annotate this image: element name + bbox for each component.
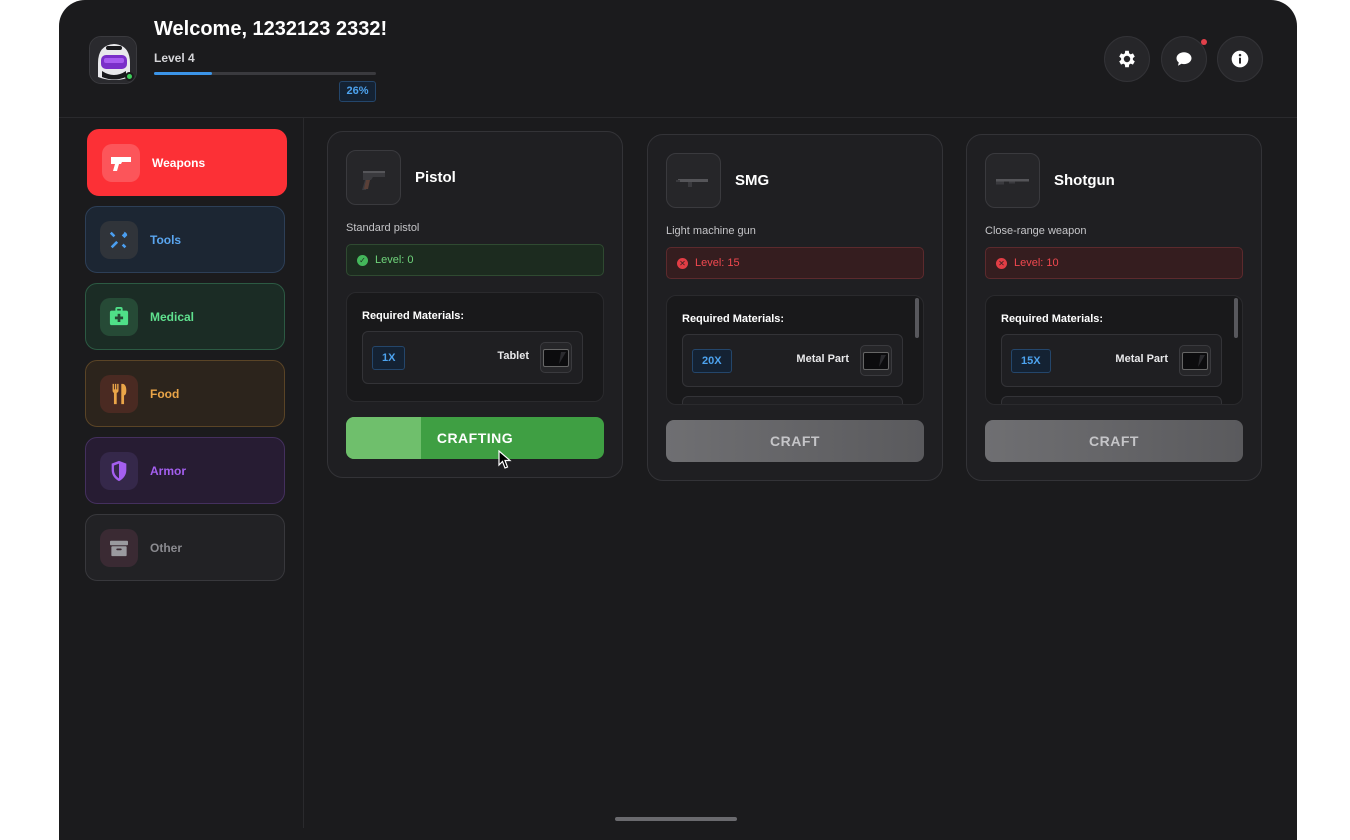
materials-title: Required Materials: [682,313,785,325]
material-row: 15X Metal Part [1001,334,1222,387]
xp-progress-fill [154,72,212,75]
materials-scrollbar[interactable] [915,298,919,338]
recipe-card-smg: SMG Light machine gun ✕ Level: 15 Requir… [647,134,943,481]
material-quantity: 20X [692,349,732,373]
shield-icon [111,460,127,481]
button-label: CRAFTING [436,430,514,446]
level-requirement: ✕ Level: 10 [985,247,1243,279]
recipe-description: Close-range weapon [985,225,1087,237]
level-requirement: ✕ Level: 15 [666,247,924,279]
category-sidebar: Weapons Tools Medical Food Armor Other [59,118,304,828]
crafting-progress-fill [346,417,421,459]
x-circle-icon: ✕ [677,257,688,269]
material-quantity: 15X [1011,349,1051,373]
materials-scrollbar[interactable] [1234,298,1238,338]
sidebar-item-label: Food [150,386,180,401]
box-icon [110,540,128,556]
sidebar-item-label: Medical [150,309,195,324]
item-thumbnail [346,150,401,205]
recipe-card-pistol: Pistol Standard pistol ✓ Level: 0 Requir… [327,131,623,478]
utensils-icon [112,383,127,404]
sidebar-item-armor[interactable]: Armor [85,437,285,504]
material-quantity: 1X [372,346,406,370]
gear-icon [1119,50,1135,68]
messages-button[interactable] [1161,36,1207,82]
sidebar-item-medical[interactable]: Medical [85,283,285,350]
x-circle-icon: ✕ [996,257,1007,269]
player-level: Level 4 [154,51,195,65]
material-row [1001,396,1222,404]
recipe-description: Standard pistol [346,222,420,234]
level-requirement: ✓ Level: 0 [346,244,604,276]
xp-progress-bar [154,72,376,75]
recipe-card-shotgun: Shotgun Close-range weapon ✕ Level: 10 R… [966,134,1262,481]
info-icon [1231,50,1249,68]
sidebar-item-food[interactable]: Food [85,360,285,427]
settings-button[interactable] [1104,36,1150,82]
mouse-cursor-icon [498,450,512,469]
required-materials: Required Materials: 1X Tablet [346,292,604,402]
metal-part-icon [860,345,892,376]
home-indicator[interactable] [615,817,737,821]
level-requirement-label: Level: 10 [1014,257,1059,269]
smg-image-icon [675,178,708,187]
sidebar-item-tools[interactable]: Tools [85,206,285,273]
material-name: Metal Part [796,353,849,365]
craft-button[interactable]: CRAFT [985,420,1243,462]
craft-button[interactable]: CRAFT [666,420,924,462]
material-row: 1X Tablet [362,331,583,384]
check-icon: ✓ [357,254,368,266]
material-row: 20X Metal Part [682,334,903,387]
button-label: CRAFT [770,433,820,449]
materials-title: Required Materials: [362,310,465,322]
pistol-icon [111,156,131,171]
sidebar-item-label: Armor [150,463,187,478]
medkit-icon [109,306,129,325]
sidebar-item-other[interactable]: Other [85,514,285,581]
tablet-icon [540,342,572,373]
material-name: Metal Part [1115,353,1168,365]
online-status-dot [125,72,134,81]
welcome-title: Welcome, 1232123 2332! [154,18,388,40]
sidebar-item-weapons[interactable]: Weapons [87,129,287,196]
level-requirement-label: Level: 0 [375,254,414,266]
crafting-button[interactable]: CRAFTING [346,417,604,459]
sidebar-item-label: Weapons [152,155,206,170]
avatar[interactable] [89,36,137,84]
material-name: Tablet [497,350,529,362]
notification-dot [1201,39,1207,45]
header: Welcome, 1232123 2332! Level 4 26% [59,0,1297,118]
info-button[interactable] [1217,36,1263,82]
chat-icon [1176,52,1192,66]
level-requirement-label: Level: 15 [695,257,740,269]
required-materials[interactable]: Required Materials: 15X Metal Part [985,295,1243,405]
recipe-description: Light machine gun [666,225,756,237]
app-window: Welcome, 1232123 2332! Level 4 26% Weapo… [59,0,1297,840]
recipe-title: SMG [735,172,770,189]
material-row [682,396,903,404]
sidebar-item-label: Tools [150,232,182,247]
item-thumbnail [666,153,721,208]
recipe-title: Pistol [415,169,456,186]
required-materials[interactable]: Required Materials: 20X Metal Part [666,295,924,405]
pistol-image-icon [361,170,385,190]
tools-icon [109,231,128,248]
metal-part-icon [1179,345,1211,376]
recipe-title: Shotgun [1054,172,1115,189]
sidebar-item-label: Other [150,540,183,555]
xp-percent-badge: 26% [339,81,376,102]
item-thumbnail [985,153,1040,208]
shotgun-image-icon [995,178,1029,184]
materials-title: Required Materials: [1001,313,1104,325]
button-label: CRAFT [1089,433,1139,449]
